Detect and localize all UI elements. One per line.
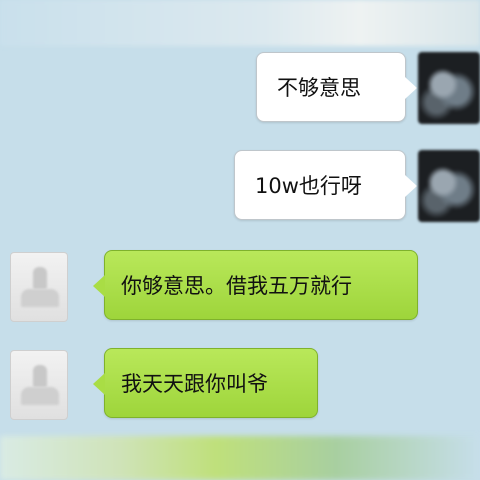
message-text: 我天天跟你叫爷: [121, 372, 268, 396]
person-icon: [33, 267, 47, 289]
person-icon: [33, 365, 47, 387]
message-text: 不够意思: [277, 76, 361, 100]
blurred-bottom-edge: [0, 436, 480, 480]
bubble-tail: [93, 373, 105, 395]
contact-avatar[interactable]: [10, 252, 68, 322]
message-text: 你够意思。借我五万就行: [121, 274, 352, 298]
self-avatar[interactable]: [418, 150, 480, 222]
message-bubble-incoming[interactable]: 我天天跟你叫爷: [93, 348, 318, 418]
chat-message-list[interactable]: 不够意思 10w也行呀 你够意思。借我五万就行 我天天跟你叫爷: [0, 0, 480, 436]
message-bubble-incoming[interactable]: 你够意思。借我五万就行: [93, 250, 418, 320]
message-text: 10w也行呀: [255, 174, 362, 198]
bubble-tail: [405, 175, 417, 197]
message-bubble-outgoing[interactable]: 不够意思: [256, 52, 417, 122]
contact-avatar[interactable]: [10, 350, 68, 420]
bubble-tail: [93, 275, 105, 297]
person-icon-body: [21, 387, 59, 405]
bubble-tail: [405, 77, 417, 99]
person-icon-body: [21, 289, 59, 307]
message-bubble-outgoing[interactable]: 10w也行呀: [234, 150, 417, 220]
self-avatar[interactable]: [418, 52, 480, 124]
